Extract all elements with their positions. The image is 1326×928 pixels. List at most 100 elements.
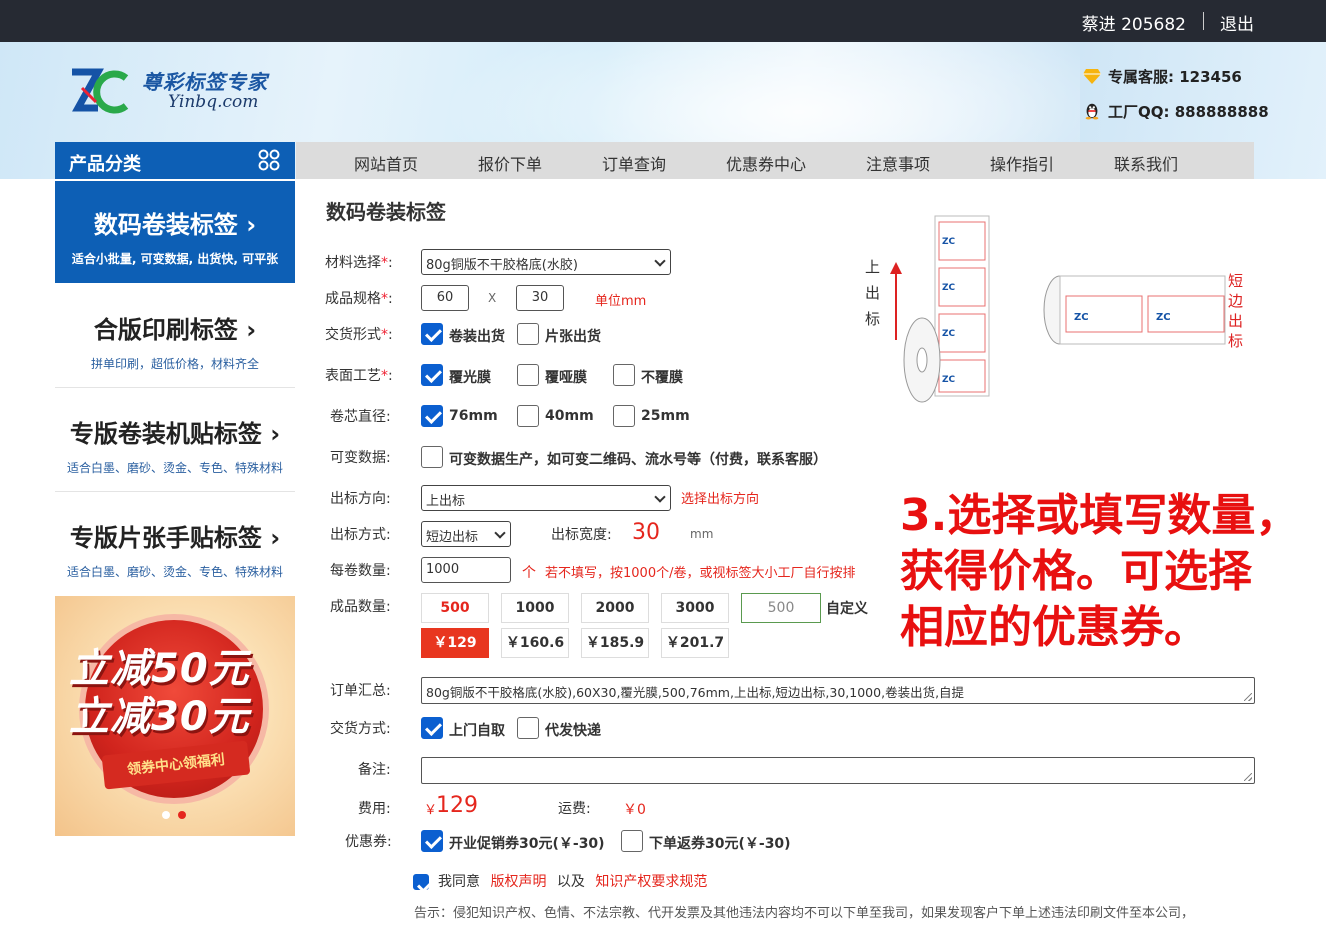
no-film-checkbox[interactable] [613,364,635,386]
direction-hint: 选择出标方向 [681,492,760,507]
divider [1203,12,1204,30]
nav-contact[interactable]: 联系我们 [1114,151,1178,175]
brand-logo-icon[interactable] [68,68,132,116]
remark-label: 备注: [358,762,391,778]
matte-film-checkbox[interactable] [517,364,539,386]
direction-select[interactable]: 上出标 [421,485,671,511]
sidebar-item-digital-roll[interactable]: 数码卷装标签 › 适合小批量, 可变数据, 出货快, 可平张 [55,181,295,283]
material-label: 材料选择*: [325,255,393,271]
sidebar-item-sheet-hand[interactable]: 专版片张手贴标签 › 适合白墨、磨砂、烫金、专色、特殊材料 [55,518,295,580]
carousel-dot-active[interactable] [178,811,186,819]
label-roll-illustration: ZC ZC ZC ZC 上 出 标 ZC ZC 短 边 出 标 [865,215,1243,403]
page-title: 数码卷装标签 [326,200,446,224]
size-unit: 单位mm [595,294,647,309]
surface-label: 表面工艺*: [325,368,393,384]
diamond-icon [1083,69,1101,84]
width-unit: mm [690,527,714,541]
coupon-opening-checkbox[interactable] [421,830,443,852]
coupon-return-checkbox[interactable] [621,830,643,852]
carousel-dot[interactable] [162,811,170,819]
width-input[interactable]: 60 [421,285,469,311]
agree-text: 我同意 版权声明 以及 知识产权要求规范 [438,874,708,890]
direction-label: 出标方向: [330,491,391,507]
ip-policy-link[interactable]: 知识产权要求规范 [595,874,707,890]
qq-penguin-icon [1085,103,1099,120]
order-summary-field[interactable]: 80g铜版不干胶格底(水胶),60X30,覆光膜,500,76mm,上出标,短边… [421,677,1255,704]
svg-text:短: 短 [1228,272,1243,290]
svg-text:标: 标 [1228,332,1243,350]
agree-checkbox[interactable] [413,874,429,890]
sheet-delivery-checkbox[interactable] [517,323,539,345]
per-roll-hint: 若不填写，按1000个/卷，或视标签大小工厂自行按排 [545,566,856,581]
nav-guide[interactable]: 操作指引 [990,151,1054,175]
price-3000[interactable]: ￥201.7 [661,628,729,658]
nav-quote[interactable]: 报价下单 [478,151,542,175]
instruction-overlay: 3.选择或填写数量， 获得价格。可选择 相应的优惠券。 [900,490,1300,653]
summary-label: 订单汇总: [330,683,391,699]
price-2000[interactable]: ￥185.9 [581,628,649,658]
per-roll-input[interactable]: 1000 [421,557,511,583]
brand-name: 尊彩标签专家 [142,70,268,94]
fee-label: 费用: [358,801,391,817]
per-roll-unit: 个 [522,565,536,581]
size-x: X [488,291,497,305]
nav-home[interactable]: 网站首页 [354,151,418,175]
nav-coupons[interactable]: 优惠券中心 [726,151,806,175]
method-select[interactable]: 短边出标 [421,521,511,547]
core-76-checkbox[interactable] [421,405,443,427]
up-label-char-2: 出 [865,284,880,302]
custom-quantity-input[interactable]: 500 [741,593,821,623]
freight-value: ￥0 [623,802,646,818]
svg-text:ZC: ZC [942,237,956,247]
qty-2000-option[interactable]: 2000 [581,593,649,623]
price-500[interactable]: ￥129 [421,628,489,658]
nav-notes[interactable]: 注意事项 [866,151,930,175]
sidebar-item-combined-print[interactable]: 合版印刷标签 › 拼单印刷，超低价格，材料齐全 [55,310,295,372]
qty-3000-option[interactable]: 3000 [661,593,729,623]
remark-field[interactable] [421,757,1255,784]
qty-1000-option[interactable]: 1000 [501,593,569,623]
copyright-link[interactable]: 版权声明 [490,874,546,890]
custom-label: 自定义 [826,601,868,617]
core-40-checkbox[interactable] [517,405,539,427]
top-bar: 蔡进 205682 退出 [0,0,1326,42]
brand-site: Yinbq.com [168,92,259,112]
nav-orders[interactable]: 订单查询 [602,151,666,175]
variable-data-checkbox[interactable] [421,446,443,468]
per-roll-label: 每卷数量: [330,563,391,579]
user-info: 蔡进 205682 [1081,15,1186,35]
chevron-down-icon [654,491,666,503]
coupon-label: 优惠券: [345,834,392,850]
core-25-checkbox[interactable] [613,405,635,427]
chevron-down-icon [654,255,666,267]
category-header[interactable]: 产品分类 [55,142,295,179]
quantity-label: 成品数量: [330,599,391,615]
core-label: 卷芯直径: [330,409,391,425]
svg-text:边: 边 [1228,292,1243,310]
qq-contact: 工厂QQ: 888888888 [1082,101,1269,122]
express-checkbox[interactable] [517,717,539,739]
svg-text:出: 出 [1228,312,1243,330]
gloss-film-checkbox[interactable] [421,364,443,386]
promo-banner[interactable]: 立减50元 立减30元 领券中心领福利 [55,596,295,836]
variable-label: 可变数据: [330,450,391,466]
material-select[interactable]: 80g铜版不干胶格底(水胶) [421,249,671,275]
chevron-down-icon [494,527,506,539]
price-1000[interactable]: ￥160.6 [501,628,569,658]
svg-text:ZC: ZC [942,375,956,385]
promo-line-2: 立减30元 [69,694,250,740]
roll-delivery-checkbox[interactable] [421,323,443,345]
pickup-checkbox[interactable] [421,717,443,739]
svg-text:ZC: ZC [942,283,956,293]
legal-notice: 告示：侵犯知识产权、色情、不法宗教、代开发票及其他违法内容均不可以下单至我司，如… [414,906,1195,921]
delivery-form-label: 交货形式*: [325,327,393,343]
up-label-char-1: 上 [865,258,880,276]
logout-link[interactable]: 退出 [1220,10,1254,35]
grid-icon[interactable] [258,149,280,171]
height-input[interactable]: 30 [516,285,564,311]
sidebar-item-roll-machine[interactable]: 专版卷装机贴标签 › 适合白墨、磨砂、烫金、专色、特殊材料 [55,414,295,476]
ship-label: 交货方式: [330,721,391,737]
svg-text:ZC: ZC [942,329,956,339]
svg-text:ZC: ZC [1074,312,1089,323]
qty-500-option[interactable]: 500 [421,593,489,623]
